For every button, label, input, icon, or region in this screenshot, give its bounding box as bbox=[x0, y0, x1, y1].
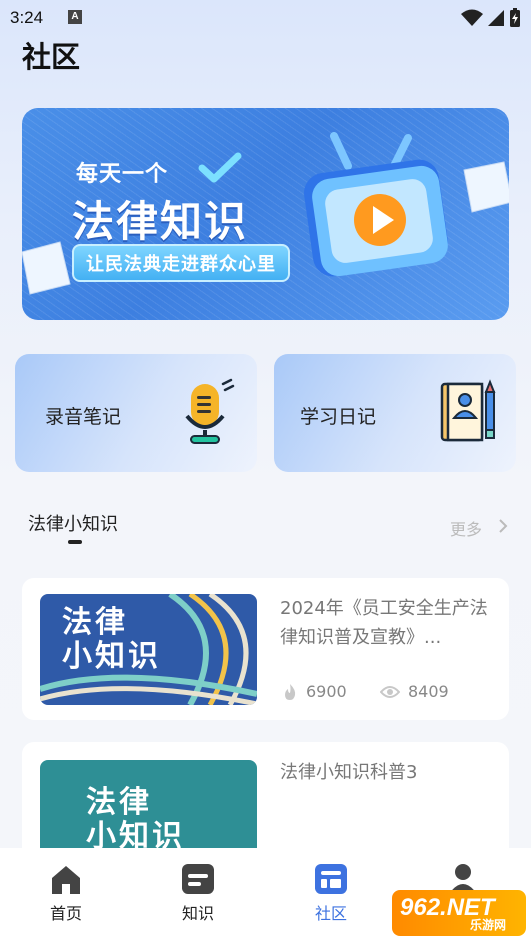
signal-icon bbox=[488, 10, 504, 26]
more-link[interactable]: 更多 bbox=[450, 516, 482, 540]
home-icon bbox=[52, 866, 80, 894]
study-diary-label: 学习日记 bbox=[300, 406, 377, 428]
site-watermark: 962.NET 乐游网 bbox=[392, 890, 526, 936]
nav-label-knowledge: 知识 bbox=[181, 904, 214, 923]
paper-icon bbox=[463, 161, 509, 213]
knowledge-icon bbox=[182, 864, 214, 894]
nav-label-home: 首页 bbox=[49, 904, 82, 923]
banner-heading: 法律知识 bbox=[72, 197, 249, 246]
notebook-icon bbox=[440, 379, 496, 442]
status-bar: 3:24 A bbox=[0, 0, 531, 36]
nav-item-home[interactable]: 首页 bbox=[26, 862, 106, 924]
article-thumbnail: 法律 小知识 bbox=[40, 594, 257, 705]
article-title: 法律小知识科普3 bbox=[280, 762, 418, 783]
section-title: 法律小知识 bbox=[28, 514, 118, 535]
likes-stat: 6900 bbox=[282, 682, 347, 701]
article-card[interactable]: 法律 小知识 2024年《员工安全生产法律知识普及宣教》... 6900 8409 bbox=[22, 578, 509, 720]
microphone-icon bbox=[185, 378, 235, 444]
flame-icon bbox=[285, 683, 296, 700]
chevron-right-icon[interactable] bbox=[497, 518, 509, 534]
nav-item-community[interactable]: 社区 bbox=[291, 862, 371, 924]
nav-label-community: 社区 bbox=[314, 904, 347, 923]
thumbnail-text: 法律 小知识 bbox=[62, 605, 161, 674]
eye-icon bbox=[380, 685, 400, 698]
notification-icon: A bbox=[68, 10, 82, 24]
banner-slogan: 让民法典走进群众心里 bbox=[72, 244, 290, 282]
voice-notes-label: 录音笔记 bbox=[45, 406, 122, 428]
thumbnail-text: 法律 小知识 bbox=[86, 785, 185, 854]
study-diary-card[interactable]: 学习日记 bbox=[274, 354, 516, 472]
status-time: 3:24 bbox=[10, 8, 44, 27]
views-stat: 8409 bbox=[380, 682, 449, 701]
banner-heading-small: 每天一个 bbox=[76, 162, 169, 187]
nav-item-knowledge[interactable]: 知识 bbox=[158, 862, 238, 924]
page-title: 社区 bbox=[22, 40, 81, 74]
checkmark-icon bbox=[198, 152, 242, 183]
article-title: 2024年《员工安全生产法律知识普及宣教》... bbox=[280, 598, 488, 648]
watermark-sub: 乐游网 bbox=[470, 918, 507, 932]
community-icon bbox=[315, 864, 347, 894]
paper-icon bbox=[22, 241, 71, 295]
section-indicator bbox=[68, 540, 82, 544]
status-icons bbox=[461, 8, 521, 28]
likes-count: 6900 bbox=[306, 682, 347, 701]
battery-icon bbox=[510, 8, 520, 27]
voice-notes-card[interactable]: 录音笔记 bbox=[15, 354, 257, 472]
wifi-icon bbox=[461, 9, 483, 26]
views-count: 8409 bbox=[408, 682, 449, 701]
tv-play-icon bbox=[304, 132, 448, 277]
